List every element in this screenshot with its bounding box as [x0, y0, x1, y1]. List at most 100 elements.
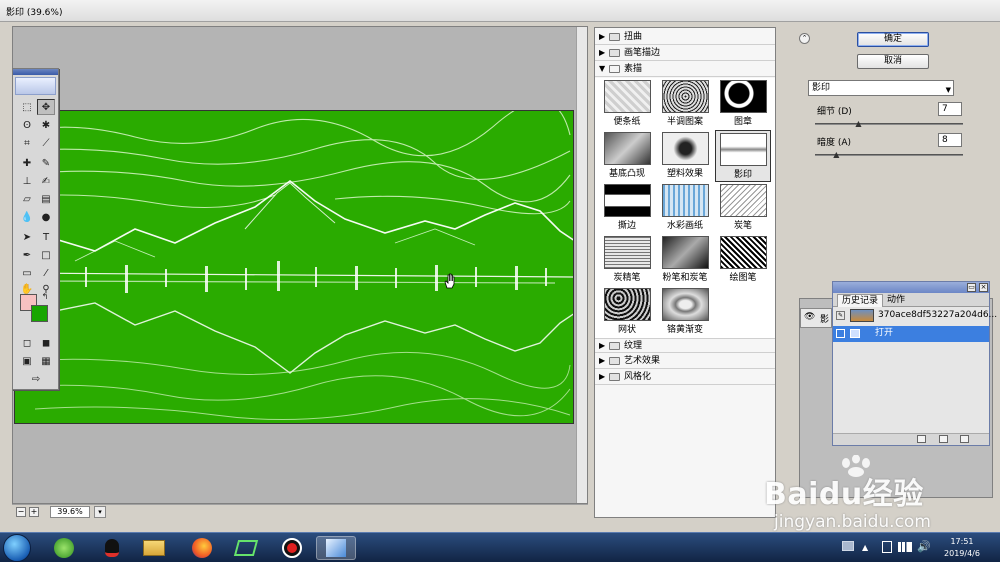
- toolbox-header[interactable]: [13, 69, 58, 75]
- filter-thumb-chrome[interactable]: 铬黄渐变: [657, 286, 713, 338]
- gradient-tool-icon[interactable]: ▤: [37, 191, 55, 207]
- clone-stamp-tool-icon[interactable]: ⊥: [18, 173, 36, 189]
- history-brush-tool-icon[interactable]: ✍: [37, 173, 55, 189]
- crop-tool-icon[interactable]: ⌗: [18, 135, 36, 151]
- filter-thumb-halftone-pattern[interactable]: 半调图案: [657, 78, 713, 130]
- eraser-tool-icon[interactable]: ▱: [18, 191, 36, 207]
- show-hidden-icons-icon[interactable]: ▲: [862, 543, 868, 552]
- eyedropper-tool-icon[interactable]: ⁄: [37, 265, 55, 281]
- effect-layer-row[interactable]: 👁 影: [800, 308, 832, 328]
- magic-wand-tool-icon[interactable]: ✱: [37, 117, 55, 133]
- dodge-tool-icon[interactable]: ●: [37, 209, 55, 225]
- close-icon[interactable]: ×: [979, 283, 988, 292]
- folder-icon: [609, 49, 620, 57]
- collapse-gallery-icon[interactable]: ⌃: [799, 33, 810, 44]
- zoom-level[interactable]: 39.6%: [50, 506, 90, 518]
- category-brush-strokes[interactable]: ▶ 画笔描边: [595, 46, 775, 61]
- standard-mode-icon[interactable]: ◻: [18, 335, 36, 351]
- screen-mode-full-icon[interactable]: ▦: [37, 353, 55, 369]
- healing-brush-tool-icon[interactable]: ✚: [18, 155, 36, 171]
- detail-input[interactable]: 7: [938, 102, 962, 116]
- zoom-in-button[interactable]: +: [29, 507, 39, 517]
- category-sketch[interactable]: ▼ 素描: [595, 62, 775, 77]
- path-selection-tool-icon[interactable]: ➤: [18, 229, 36, 245]
- filter-thumb-chalk-charcoal[interactable]: 粉笔和炭笔: [657, 234, 713, 286]
- trash-icon[interactable]: [960, 435, 969, 443]
- screen-mode-standard-icon[interactable]: ▣: [18, 353, 36, 369]
- watermark-url: jingyan.baidu.com: [774, 512, 931, 532]
- filter-thumb-photocopy-selected[interactable]: 影印: [715, 130, 771, 182]
- history-snapshot-row[interactable]: ✎ 370ace8df53227a204d6...: [833, 308, 997, 324]
- filter-thumb-reticulation[interactable]: 网状: [599, 286, 655, 338]
- preview-vertical-scrollbar[interactable]: [576, 27, 587, 503]
- brush-tool-icon[interactable]: ✎: [37, 155, 55, 171]
- history-state-checkbox[interactable]: [836, 329, 845, 338]
- open-folder-icon: [609, 65, 620, 73]
- darkness-input[interactable]: 8: [938, 133, 962, 147]
- tab-actions[interactable]: 动作: [883, 294, 909, 307]
- marquee-tool-icon[interactable]: ⬚: [18, 99, 36, 115]
- filter-thumb-charcoal[interactable]: 炭笔: [715, 182, 771, 234]
- tab-history[interactable]: 历史记录: [837, 294, 884, 307]
- preview-canvas[interactable]: [14, 110, 574, 424]
- filter-thumb-stamp[interactable]: 图章: [715, 78, 771, 130]
- history-panel: ▭ × 历史记录 动作 ✎ 370ace8df53227a204d6... 打开: [832, 281, 997, 446]
- new-document-icon[interactable]: [917, 435, 926, 443]
- detail-slider[interactable]: ▲: [815, 119, 963, 128]
- history-panel-titlebar[interactable]: [833, 282, 989, 293]
- file-explorer-icon[interactable]: [134, 536, 174, 560]
- filter-thumb-note-paper[interactable]: 便条纸: [599, 78, 655, 130]
- filter-thumb-conte-crayon[interactable]: 炭精笔: [599, 234, 655, 286]
- darkness-slider[interactable]: ▲: [815, 150, 963, 159]
- new-snapshot-icon[interactable]: [939, 435, 948, 443]
- cancel-button[interactable]: 取消: [857, 54, 929, 69]
- category-stylize[interactable]: ▶ 风格化: [595, 370, 775, 385]
- slice-tool-icon[interactable]: ⟋: [37, 135, 55, 151]
- input-method-icon[interactable]: [842, 541, 854, 551]
- expand-arrow-icon: ▶: [599, 372, 606, 381]
- swap-colors-icon[interactable]: ↰: [40, 291, 50, 301]
- lasso-tool-icon[interactable]: ʘ: [18, 117, 36, 133]
- zoom-dropdown[interactable]: ▾: [94, 506, 106, 518]
- blur-tool-icon[interactable]: 💧: [18, 209, 36, 225]
- move-tool-icon[interactable]: ✥: [37, 99, 55, 115]
- firefox-icon[interactable]: [182, 536, 222, 560]
- photoshop-feather-icon[interactable]: [15, 77, 56, 95]
- network-icon[interactable]: [898, 542, 912, 552]
- type-tool-icon[interactable]: T: [37, 229, 55, 245]
- eye-icon[interactable]: 👁: [804, 312, 815, 322]
- folder-icon: [609, 33, 620, 41]
- volume-icon[interactable]: 🔊: [917, 540, 931, 553]
- start-button-icon[interactable]: [3, 534, 31, 562]
- baidu-jingyan-watermark: Baidu经验 jingyan.baidu.com: [760, 454, 990, 537]
- photoshop-taskbar-icon[interactable]: [316, 536, 356, 560]
- minimize-icon[interactable]: ▭: [967, 283, 976, 292]
- system-clock[interactable]: 17:51 2019/4/6: [932, 536, 992, 560]
- media-player-icon[interactable]: [226, 536, 266, 560]
- history-brush-source-icon[interactable]: ✎: [836, 311, 845, 320]
- jump-to-imageready-icon[interactable]: ⇨: [18, 371, 54, 387]
- qq-icon[interactable]: [92, 536, 132, 560]
- zoom-out-button[interactable]: −: [16, 507, 26, 517]
- 360-browser-icon[interactable]: [44, 536, 84, 560]
- detail-slider-thumb[interactable]: ▲: [855, 119, 861, 128]
- quick-mask-mode-icon[interactable]: ◼: [37, 335, 55, 351]
- darkness-slider-thumb[interactable]: ▲: [833, 150, 839, 159]
- filter-thumb-bas-relief[interactable]: 基底凸现: [599, 130, 655, 182]
- shape-tool-icon[interactable]: □: [37, 247, 55, 263]
- filter-thumb-water-paper[interactable]: 水彩画纸: [657, 182, 713, 234]
- category-distort[interactable]: ▶ 扭曲: [595, 30, 775, 45]
- filter-select[interactable]: 影印 ▼: [808, 80, 954, 96]
- filter-thumb-torn-edges[interactable]: 撕边: [599, 182, 655, 234]
- category-texture[interactable]: ▶ 纹理: [595, 338, 775, 353]
- category-artistic[interactable]: ▶ 艺术效果: [595, 354, 775, 369]
- pen-tool-icon[interactable]: ✒: [18, 247, 36, 263]
- usb-device-icon[interactable]: [882, 541, 892, 553]
- filter-thumb-plaster[interactable]: 塑料效果: [657, 130, 713, 182]
- notes-tool-icon[interactable]: ▭: [18, 265, 36, 281]
- filter-thumb-graphic-pen[interactable]: 绘图笔: [715, 234, 771, 286]
- screen-recorder-icon[interactable]: [272, 536, 312, 560]
- ok-button[interactable]: 确定: [857, 32, 929, 47]
- history-state-open[interactable]: 打开: [833, 326, 989, 342]
- background-color-swatch[interactable]: [31, 305, 48, 322]
